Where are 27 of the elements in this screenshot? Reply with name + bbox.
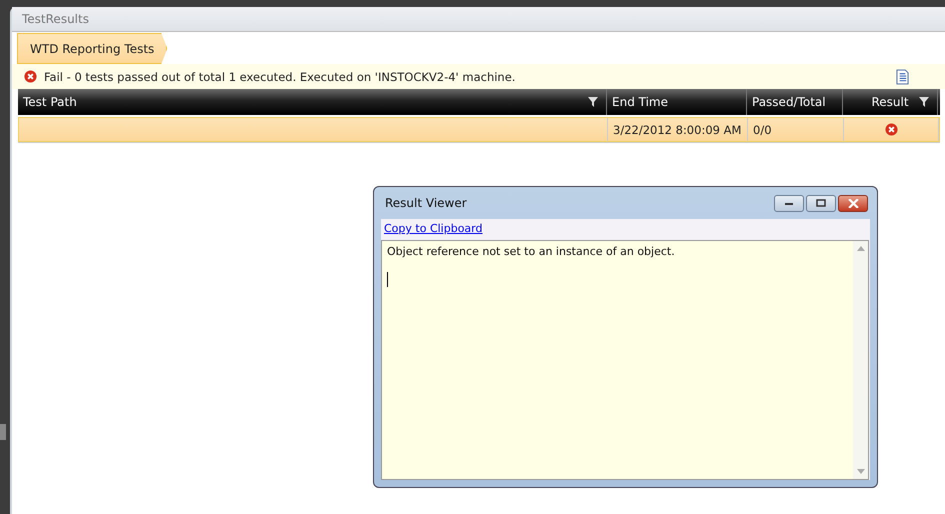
filter-icon[interactable]: [919, 97, 929, 107]
filter-icon[interactable]: [588, 97, 598, 107]
close-button[interactable]: [838, 194, 868, 212]
text-cursor: [387, 272, 388, 287]
grip-handle[interactable]: [0, 424, 6, 440]
error-icon: [884, 123, 898, 136]
column-header[interactable]: Test Path: [18, 89, 607, 115]
table-cell: 3/22/2012 8:00:09 AM: [613, 122, 742, 136]
copy-link[interactable]: Copy to Clipboard: [381, 219, 486, 238]
error-icon: [24, 70, 37, 83]
column-header[interactable]: Passed/Total: [747, 89, 843, 115]
minimize-button[interactable]: [774, 194, 804, 212]
dialog-title: Result Viewer: [385, 196, 467, 210]
maximize-icon: [816, 199, 826, 207]
close-icon: [848, 198, 858, 208]
column-header[interactable]: Result: [843, 89, 938, 115]
table-cell: 0/0: [753, 122, 772, 136]
breadcrumb-item[interactable]: WTD Reporting Tests: [17, 33, 168, 64]
minimize-icon: [784, 200, 794, 206]
text-area[interactable]: Object reference not set to an instance of an object.: [381, 240, 869, 480]
document-icon[interactable]: [896, 68, 909, 84]
error-message: Object reference not set to an instance of an object.: [387, 245, 675, 258]
panel-title: TestResults: [22, 12, 89, 26]
table-row[interactable]: 3/22/2012 8:00:09 AM 0/0: [18, 117, 940, 142]
maximize-button[interactable]: [806, 194, 836, 212]
column-header[interactable]: End Time: [607, 89, 747, 115]
summary-text: Fail - 0 tests passed out of total 1 executed. Executed on 'INSTOCKV2-4' machine.: [44, 70, 516, 84]
